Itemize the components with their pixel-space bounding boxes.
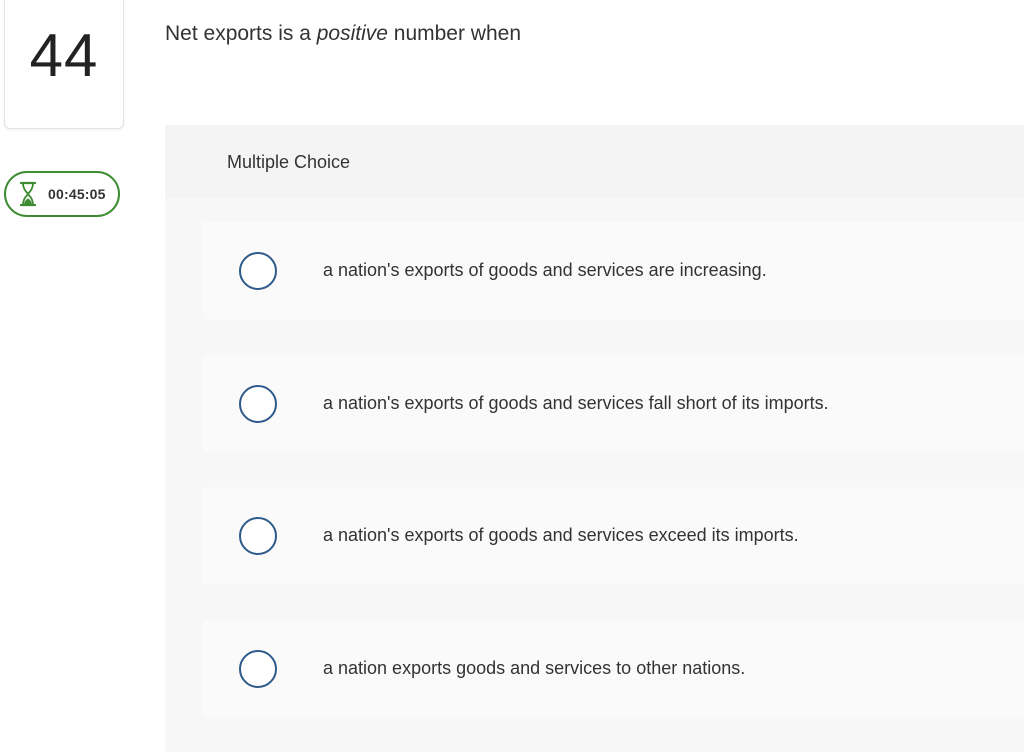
choice-list: a nation's exports of goods and services…	[165, 198, 1024, 752]
answer-panel: Multiple Choice a nation's exports of go…	[165, 125, 1024, 752]
prompt-text-start: Net exports is a	[165, 22, 317, 45]
choice-option-a[interactable]: a nation's exports of goods and services…	[203, 222, 1024, 319]
hourglass-icon	[19, 181, 37, 207]
radio-button[interactable]	[239, 649, 277, 688]
choice-option-c[interactable]: a nation's exports of goods and services…	[203, 487, 1024, 584]
quiz-page: 44 00:45:05 Net exports is a positive nu…	[0, 0, 1024, 752]
choice-label: a nation's exports of goods and services…	[323, 393, 829, 413]
answer-type-label: Multiple Choice	[227, 152, 351, 172]
timer-badge[interactable]: 00:45:05	[4, 171, 120, 217]
radio-button[interactable]	[239, 384, 277, 423]
choice-option-d[interactable]: a nation exports goods and services to o…	[203, 620, 1024, 717]
question-prompt: Net exports is a positive number when	[165, 22, 521, 46]
prompt-emphasis: positive	[316, 22, 388, 45]
prompt-text-end: number when	[387, 22, 522, 45]
radio-button[interactable]	[239, 516, 277, 555]
choice-label: a nation's exports of goods and services…	[323, 260, 767, 280]
question-number-card: 44	[4, 0, 124, 129]
radio-button[interactable]	[239, 251, 277, 290]
question-number: 44	[29, 22, 99, 89]
timer-value: 00:45:05	[48, 186, 106, 202]
choice-option-b[interactable]: a nation's exports of goods and services…	[203, 355, 1024, 452]
choice-label: a nation exports goods and services to o…	[323, 658, 746, 678]
choice-label: a nation's exports of goods and services…	[323, 525, 799, 545]
